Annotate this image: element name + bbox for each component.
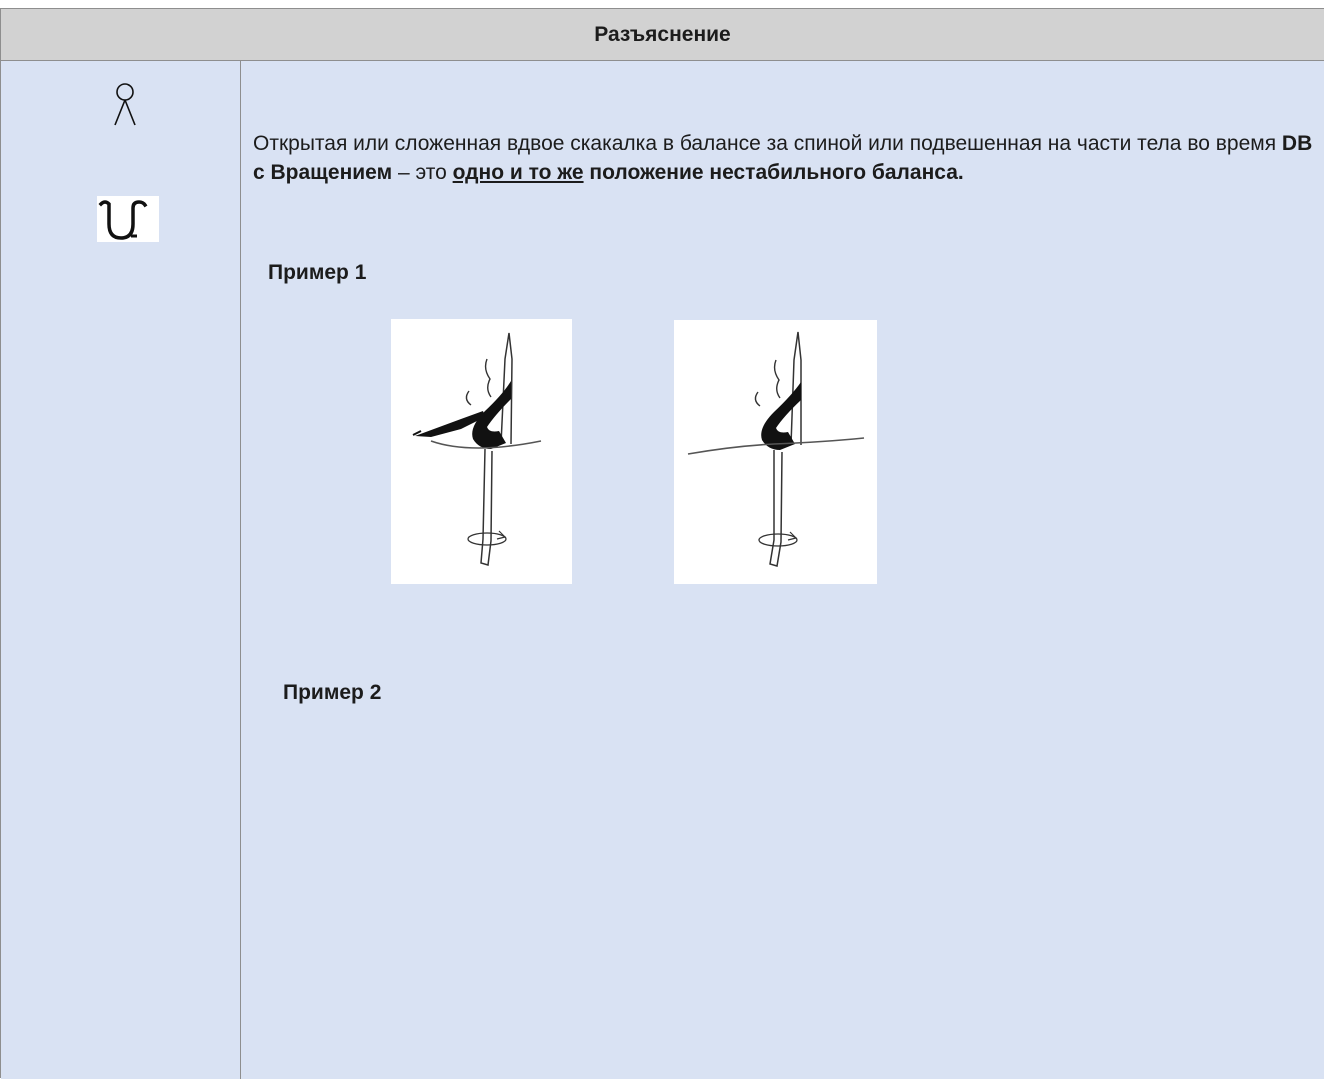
explanation-bold-conclusion: положение нестабильного баланса. — [583, 161, 964, 184]
explanation-text-part2: – это — [392, 161, 453, 184]
table-body-row: Открытая или сложенная вдвое скакалка в … — [1, 61, 1324, 1079]
explanation-column: Открытая или сложенная вдвое скакалка в … — [241, 61, 1324, 1079]
table-header: Разъяснение — [1, 9, 1324, 61]
body-difficulty-symbol-icon — [105, 81, 145, 137]
explanation-paragraph: Открытая или сложенная вдвое скакалка в … — [253, 129, 1313, 187]
example-1-figure-b — [674, 320, 877, 584]
rope-symbol-icon — [97, 196, 159, 242]
header-title: Разъяснение — [594, 22, 731, 46]
symbols-column — [1, 61, 241, 1079]
explanation-text-part1: Открытая или сложенная вдвое скакалка в … — [253, 132, 1282, 155]
explanation-underlined: одно и то же — [452, 161, 584, 184]
example-2-label: Пример 2 — [283, 681, 382, 704]
example-1-label: Пример 1 — [268, 261, 367, 284]
example-1-figure-a — [391, 319, 572, 584]
explanation-table: Разъяснение Открытая или сложенная вдвое… — [0, 8, 1324, 1079]
